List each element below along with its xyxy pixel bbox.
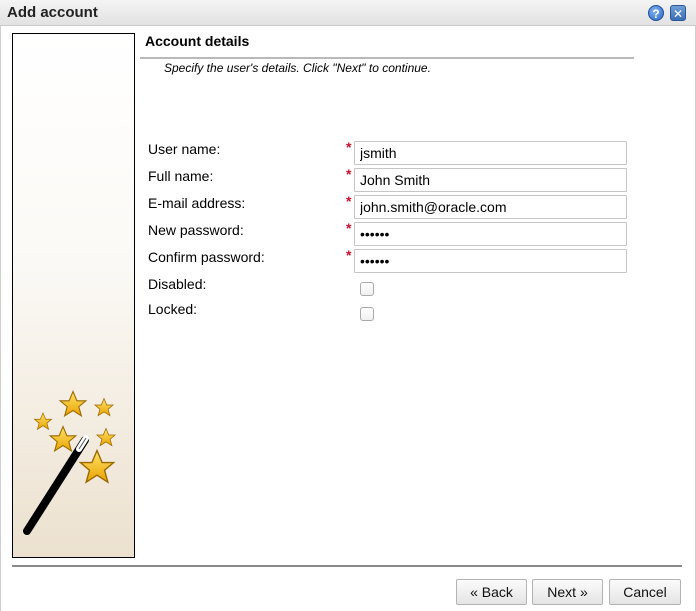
form-row-confirm-password: Confirm password: *: [148, 247, 648, 273]
email-label: E-mail address:: [148, 195, 246, 211]
help-icon[interactable]: ?: [648, 5, 664, 21]
email-input[interactable]: [354, 195, 627, 219]
full-name-label: Full name:: [148, 168, 214, 184]
new-password-label: New password:: [148, 222, 244, 238]
new-password-input[interactable]: [354, 222, 627, 246]
disabled-checkbox[interactable]: [360, 282, 374, 296]
footer-divider: [12, 565, 682, 567]
form-row-user-name: User name: *: [148, 139, 648, 165]
form-row-locked: Locked:: [148, 301, 648, 325]
next-button[interactable]: Next »: [532, 579, 603, 605]
user-name-label: User name:: [148, 141, 221, 157]
title-bar: Add account ? ✕: [0, 0, 696, 26]
form-row-disabled: Disabled:: [148, 276, 648, 300]
close-icon[interactable]: ✕: [670, 5, 686, 21]
locked-label: Locked:: [148, 301, 198, 317]
magic-wand-stars-icon: [23, 390, 116, 535]
required-marker: *: [346, 220, 352, 236]
confirm-password-label: Confirm password:: [148, 249, 265, 265]
required-marker: *: [346, 139, 352, 155]
form-row-email: E-mail address: *: [148, 193, 648, 219]
confirm-password-input[interactable]: [354, 249, 627, 273]
window-title: Add account: [7, 4, 98, 21]
locked-checkbox[interactable]: [360, 307, 374, 321]
form-row-full-name: Full name: *: [148, 166, 648, 192]
wizard-side-panel: [12, 33, 135, 558]
form-row-new-password: New password: *: [148, 220, 648, 246]
required-marker: *: [346, 247, 352, 263]
back-button[interactable]: « Back: [456, 579, 527, 605]
full-name-input[interactable]: [354, 168, 627, 192]
cancel-button[interactable]: Cancel: [609, 579, 681, 605]
section-title: Account details: [145, 33, 250, 49]
required-marker: *: [346, 166, 352, 182]
instructions-text: Specify the user's details. Click "Next"…: [164, 61, 431, 75]
section-divider: [140, 57, 634, 59]
user-name-input[interactable]: [354, 141, 627, 165]
disabled-label: Disabled:: [148, 276, 207, 292]
required-marker: *: [346, 193, 352, 209]
